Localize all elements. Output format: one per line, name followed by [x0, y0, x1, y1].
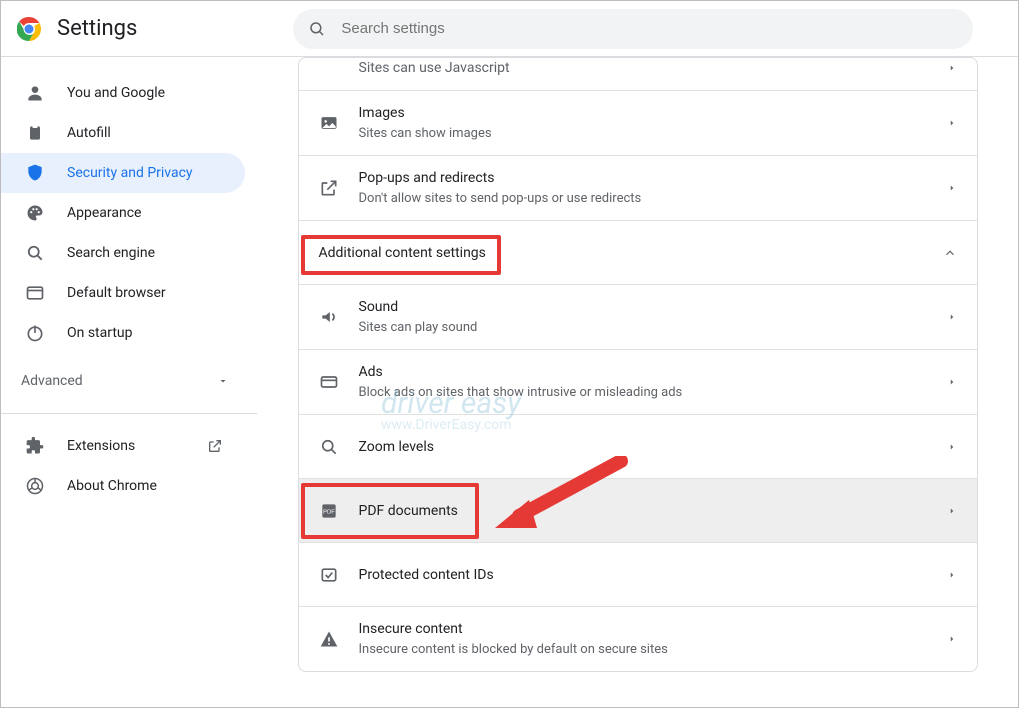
sidebar-item-appearance[interactable]: Appearance: [1, 193, 245, 233]
row-sub: Sites can play sound: [359, 319, 927, 337]
main-content: Sites can use Javascript Images Sites ca…: [257, 57, 1018, 709]
warning-icon: [319, 629, 339, 649]
row-sub: Insecure content is blocked by default o…: [359, 641, 927, 659]
protected-content-icon: [319, 565, 339, 585]
sidebar-item-security-and-privacy[interactable]: Security and Privacy: [1, 153, 245, 193]
chevron-right-icon: [947, 377, 957, 387]
page-title: Settings: [57, 16, 137, 41]
row-sub: Don't allow sites to send pop-ups or use…: [359, 190, 927, 208]
row-title: Ads: [359, 362, 927, 382]
chevron-right-icon: [947, 634, 957, 644]
header: Settings: [1, 1, 1018, 57]
row-title: Sound: [359, 297, 927, 317]
sidebar-group-label: Advanced: [21, 373, 213, 389]
sidebar-advanced-toggle[interactable]: Advanced: [1, 361, 257, 401]
setting-row-protected-content[interactable]: Protected content IDs: [299, 542, 977, 606]
chevron-right-icon: [947, 570, 957, 580]
ads-icon: [319, 372, 339, 392]
search-input[interactable]: [341, 20, 959, 37]
sidebar-item-label: You and Google: [67, 85, 245, 101]
chrome-logo-icon: [17, 17, 41, 41]
sidebar-item-label: Autofill: [67, 125, 245, 141]
sidebar-item-autofill[interactable]: Autofill: [1, 113, 245, 153]
pdf-icon: PDF: [319, 501, 339, 521]
power-icon: [25, 323, 45, 343]
sidebar-item-search-engine[interactable]: Search engine: [1, 233, 245, 273]
chevron-right-icon: [947, 442, 957, 452]
person-icon: [25, 83, 45, 103]
browser-icon: [25, 283, 45, 303]
zoom-icon: [319, 437, 339, 457]
row-sub: Sites can show images: [359, 125, 927, 143]
row-title: Zoom levels: [359, 437, 927, 457]
sidebar-item-on-startup[interactable]: On startup: [1, 313, 245, 353]
row-sub: Block ads on sites that show intrusive o…: [359, 384, 927, 402]
setting-row-javascript[interactable]: Sites can use Javascript: [299, 58, 977, 90]
open-in-new-icon: [205, 436, 225, 456]
sidebar-item-extensions[interactable]: Extensions: [1, 426, 245, 466]
chevron-right-icon: [947, 506, 957, 516]
row-title: PDF documents: [359, 501, 927, 521]
image-icon: [319, 113, 339, 133]
sound-icon: [319, 307, 339, 327]
setting-row-insecure-content[interactable]: Insecure content Insecure content is blo…: [299, 606, 977, 671]
sidebar-item-label: About Chrome: [67, 478, 245, 494]
palette-icon: [25, 203, 45, 223]
svg-text:PDF: PDF: [323, 509, 335, 515]
row-title: Protected content IDs: [359, 565, 927, 585]
section-additional-content-settings[interactable]: Additional content settings: [299, 220, 977, 284]
sidebar-item-label: Default browser: [67, 285, 245, 301]
chevron-right-icon: [947, 183, 957, 193]
divider: [1, 413, 257, 414]
sidebar-item-default-browser[interactable]: Default browser: [1, 273, 245, 313]
section-label: Additional content settings: [319, 245, 486, 261]
shield-icon: [25, 163, 45, 183]
sidebar-item-you-and-google[interactable]: You and Google: [1, 73, 245, 113]
setting-row-sound[interactable]: Sound Sites can play sound: [299, 284, 977, 349]
sidebar: You and Google Autofill Security and Pri…: [1, 57, 257, 709]
search-box[interactable]: [293, 9, 973, 49]
search-icon: [25, 243, 45, 263]
row-title: Insecure content: [359, 619, 927, 639]
setting-row-ads[interactable]: Ads Block ads on sites that show intrusi…: [299, 349, 977, 414]
open-in-new-icon: [319, 178, 339, 198]
sidebar-item-about-chrome[interactable]: About Chrome: [1, 466, 245, 506]
setting-row-popups[interactable]: Pop-ups and redirects Don't allow sites …: [299, 155, 977, 220]
chrome-outline-icon: [25, 476, 45, 496]
extension-icon: [25, 436, 45, 456]
sidebar-item-label: Search engine: [67, 245, 245, 261]
setting-row-images[interactable]: Images Sites can show images: [299, 90, 977, 155]
setting-row-pdf-documents[interactable]: PDF PDF documents: [299, 478, 977, 542]
settings-card: Sites can use Javascript Images Sites ca…: [298, 57, 978, 672]
chevron-right-icon: [947, 118, 957, 128]
row-sub: Sites can use Javascript: [359, 58, 927, 78]
clipboard-icon: [25, 123, 45, 143]
chevron-right-icon: [947, 312, 957, 322]
chevron-up-icon: [943, 246, 957, 260]
blank-icon: [319, 58, 339, 78]
sidebar-item-label: Security and Privacy: [67, 165, 245, 181]
sidebar-item-label: On startup: [67, 325, 245, 341]
chevron-down-icon: [213, 371, 233, 391]
sidebar-item-label: Appearance: [67, 205, 245, 221]
chevron-right-icon: [947, 63, 957, 73]
row-title: Images: [359, 103, 927, 123]
search-icon: [307, 19, 327, 39]
setting-row-zoom-levels[interactable]: Zoom levels: [299, 414, 977, 478]
row-title: Pop-ups and redirects: [359, 168, 927, 188]
